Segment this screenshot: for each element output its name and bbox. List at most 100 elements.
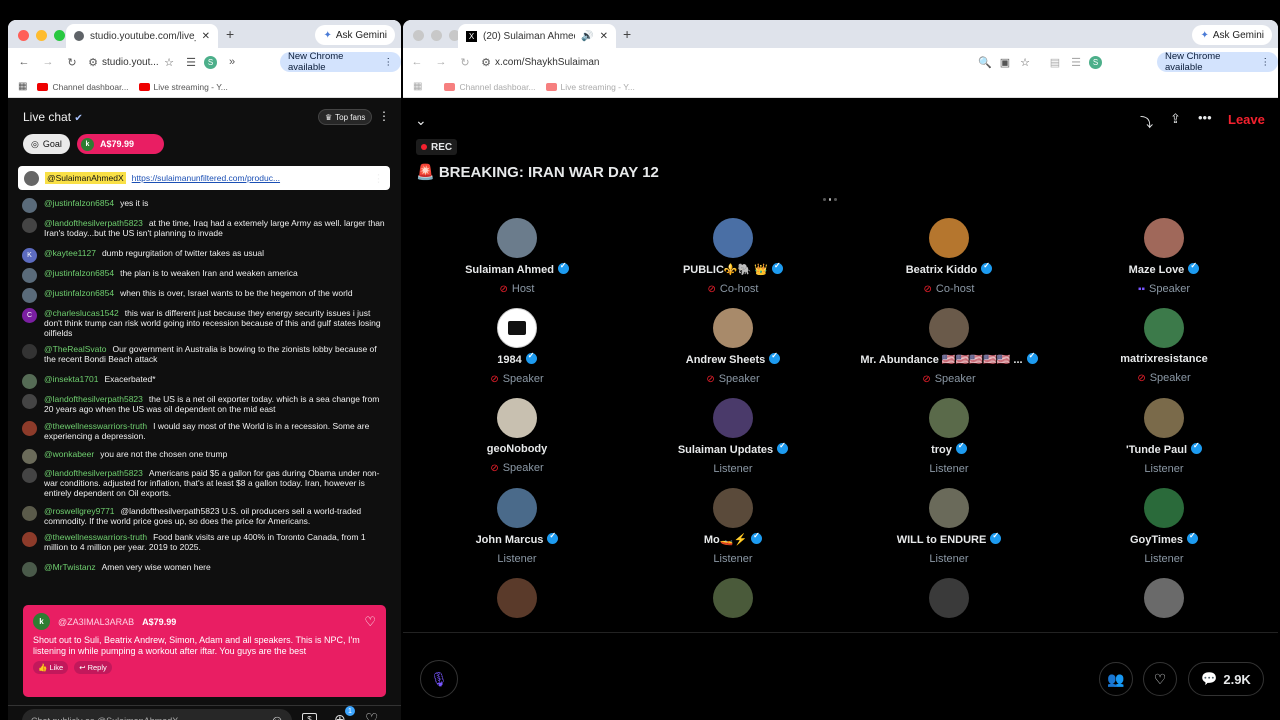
participant-avatar[interactable] — [1144, 488, 1184, 528]
profile-avatar[interactable]: S — [204, 55, 217, 69]
participant-avatar[interactable] — [497, 308, 537, 348]
zoom-icon[interactable]: 🔍 — [975, 56, 995, 69]
bookmark-channel-dashboard[interactable]: Channel dashboar... — [37, 82, 129, 92]
chat-author[interactable]: @wonkabeer — [44, 449, 94, 459]
chat-author[interactable]: @roswellgrey9771 — [44, 506, 115, 516]
new-chrome-button[interactable]: New Chrome available ⋮ — [280, 51, 401, 73]
site-settings-icon[interactable]: ⚙ — [477, 56, 495, 69]
bookmark-live-streaming[interactable]: Live streaming - Y... — [545, 82, 635, 92]
media-icon[interactable]: ☰ — [182, 56, 200, 69]
close-window-button[interactable] — [413, 30, 424, 41]
bookmark-live-streaming[interactable]: Live streaming - Y... — [138, 82, 228, 92]
emoji-icon[interactable]: ☺ — [270, 712, 284, 720]
participant[interactable]: troy Listener — [849, 398, 1049, 475]
speaker-icon[interactable]: 🔊 — [581, 31, 593, 42]
more-icon[interactable]: ••• — [1198, 110, 1212, 125]
participant-avatar[interactable] — [1144, 218, 1184, 258]
participant-avatar[interactable] — [713, 488, 753, 528]
chat-author[interactable]: @landofthesilverpath5823 — [44, 394, 143, 404]
participant-avatar[interactable] — [497, 398, 537, 438]
tab-x-space[interactable]: X (20) Sulaiman Ahmed (@ 🔊 ✕ — [458, 24, 616, 48]
reply-button[interactable]: ↩ Reply — [74, 661, 112, 674]
pinned-message[interactable]: @SulaimanAhmedX https://sulaimanunfilter… — [18, 166, 390, 190]
participant-avatar[interactable] — [929, 398, 969, 438]
add-icon[interactable]: ⊕ — [334, 711, 346, 720]
minimize-window-button[interactable] — [431, 30, 442, 41]
share-icon[interactable]: ⇪ — [1170, 111, 1181, 127]
new-tab-button[interactable]: + — [226, 26, 234, 42]
chat-author[interactable]: @thewellnesswarriors-truth — [44, 532, 147, 542]
participant[interactable]: Andrew Sheets ⊘Speaker — [633, 308, 833, 385]
chat-input[interactable]: Chat publicly as @SulaimanAhmedX... — [22, 709, 292, 720]
participant[interactable]: 1984 ⊘Speaker — [417, 308, 617, 385]
chat-author[interactable]: @justinfalzon6854 — [44, 288, 114, 298]
maximize-window-button[interactable] — [54, 30, 65, 41]
participant[interactable] — [633, 578, 833, 618]
participant-avatar[interactable] — [929, 488, 969, 528]
forward-icon[interactable]: → — [36, 56, 60, 68]
chat-author[interactable]: @TheRealSvato — [44, 344, 107, 354]
participant[interactable]: PUBLIC⚜️🐘 👑 ⊘Co-host — [633, 218, 833, 295]
back-icon[interactable]: ← — [12, 56, 36, 68]
leave-button[interactable]: Leave — [1228, 112, 1265, 127]
goal-chip[interactable]: ◎ Goal — [23, 134, 70, 154]
top-fans-dropdown[interactable]: ♛ Top fans — [318, 109, 373, 125]
sidebar-icon[interactable]: ▤ — [1043, 56, 1067, 69]
chat-author[interactable]: @kaytee1127 — [44, 248, 96, 258]
participant-avatar[interactable] — [497, 218, 537, 258]
chat-author[interactable]: @insekta1701 — [44, 374, 98, 384]
chat-author[interactable]: @landofthesilverpath5823 — [44, 468, 143, 478]
chat-author[interactable]: @thewellnesswarriors-truth — [44, 421, 147, 431]
bookmark-star-icon[interactable]: ☆ — [160, 56, 178, 69]
participant[interactable]: geoNobody ⊘ Speaker — [417, 398, 617, 474]
site-settings-icon[interactable]: ⚙ — [84, 56, 102, 69]
heart-icon[interactable]: ♡ — [364, 614, 376, 630]
minimize-window-button[interactable] — [36, 30, 47, 41]
react-button[interactable]: ♡ — [1143, 662, 1177, 696]
bookmark-channel-dashboard[interactable]: Channel dashboar... — [444, 82, 536, 92]
participant[interactable]: 'Tunde Paul Listener — [1064, 398, 1264, 475]
participant[interactable]: Beatrix Kiddo ⊘Co-host — [849, 218, 1049, 295]
reload-icon[interactable]: ↻ — [453, 56, 477, 69]
chevron-more-icon[interactable]: » — [223, 56, 241, 68]
people-button[interactable]: 👥 — [1099, 662, 1133, 696]
chat-menu-icon[interactable]: ⋮ — [378, 109, 390, 123]
participant[interactable]: GoyTimes Listener — [1064, 488, 1264, 565]
url-bar[interactable]: studio.yout... — [102, 57, 160, 68]
chat-author[interactable]: @charleslucas1542 — [44, 308, 119, 318]
ask-gemini-button[interactable]: ✦ Ask Gemini — [1192, 25, 1272, 45]
participant-avatar[interactable] — [713, 308, 753, 348]
participant-avatar[interactable] — [929, 308, 969, 348]
chat-author[interactable]: @justinfalzon6854 — [44, 268, 114, 278]
chat-author[interactable]: @justinfalzon6854 — [44, 198, 114, 208]
participant-avatar[interactable] — [929, 218, 969, 258]
participant[interactable]: John Marcus Listener — [417, 488, 617, 565]
reload-icon[interactable]: ↻ — [60, 56, 84, 69]
like-button[interactable]: 👍 Like — [33, 661, 69, 674]
participant[interactable]: Sulaiman Updates Listener — [633, 398, 833, 475]
participant[interactable]: Maze Love ▪▪Speaker — [1064, 218, 1264, 295]
participant[interactable]: Mo🚤⚡ Listener — [633, 488, 833, 565]
ask-gemini-button[interactable]: ✦ Ask Gemini — [315, 25, 395, 45]
participant[interactable]: WILL to ENDURE Listener — [849, 488, 1049, 565]
new-tab-button[interactable]: + — [623, 26, 631, 42]
superchat-ticker-chip[interactable]: k A$79.99 — [77, 134, 164, 154]
apps-grid-icon[interactable]: ▦ — [18, 81, 27, 92]
participant-avatar[interactable] — [497, 578, 537, 618]
dollar-icon[interactable]: $ — [302, 713, 317, 720]
apps-grid-icon[interactable]: ▦ — [413, 81, 422, 92]
forward-icon[interactable]: → — [429, 56, 453, 68]
heart-icon[interactable]: ♡ — [365, 710, 378, 720]
microphone-button[interactable]: 🎙 — [420, 660, 458, 698]
close-tab-icon[interactable]: ✕ — [600, 31, 608, 42]
participant-avatar[interactable] — [497, 488, 537, 528]
close-tab-icon[interactable]: ✕ — [202, 31, 210, 42]
pinned-menu-icon[interactable]: ⋮ — [373, 172, 384, 185]
participant[interactable] — [849, 578, 1049, 618]
participant[interactable]: Mr. Abundance 🇺🇸🇺🇸🇺🇸🇺🇸🇺🇸 ... ⊘Speaker — [849, 308, 1049, 385]
participant-avatar[interactable] — [713, 398, 753, 438]
participant[interactable] — [417, 578, 617, 618]
tab-youtube-studio[interactable]: studio.youtube.com/live_cha ✕ — [66, 24, 218, 48]
comments-button[interactable]: 💬 2.9K — [1188, 662, 1264, 696]
profile-avatar[interactable]: S — [1089, 55, 1102, 69]
